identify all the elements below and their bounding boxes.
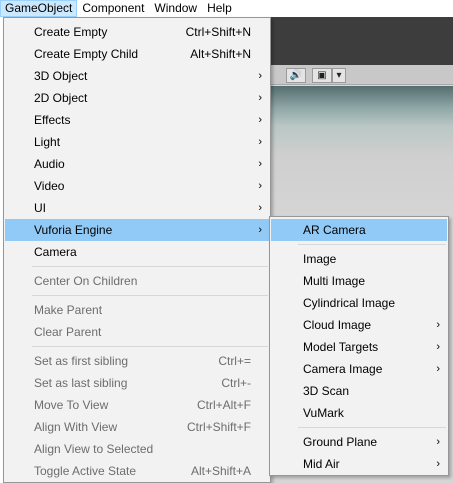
chevron-right-icon: › xyxy=(258,70,262,82)
menu-item-label: Effects xyxy=(34,113,71,127)
menu-item-label: VuMark xyxy=(303,406,344,420)
menu-item-3d-object[interactable]: 3D Object › xyxy=(5,65,269,87)
menu-item-align-view-to-selected[interactable]: Align View to Selected xyxy=(5,438,269,460)
menu-item-create-empty[interactable]: Create Empty Ctrl+Shift+N xyxy=(5,21,269,43)
menu-item-image[interactable]: Image xyxy=(271,248,447,270)
menu-item-label: UI xyxy=(34,201,46,215)
menu-item-label: Toggle Active State xyxy=(34,464,137,478)
menu-separator xyxy=(298,244,446,245)
menu-component[interactable]: Component xyxy=(77,0,149,17)
chevron-right-icon: › xyxy=(436,458,440,470)
menu-bar: GameObject Component Window Help xyxy=(0,0,453,17)
menu-item-label: Vuforia Engine xyxy=(34,223,113,237)
menu-item-align-with-view[interactable]: Align With View Ctrl+Shift+F xyxy=(5,416,269,438)
menu-item-label: 3D Scan xyxy=(303,384,350,398)
menu-item-2d-object[interactable]: 2D Object › xyxy=(5,87,269,109)
menu-item-shortcut: Ctrl+- xyxy=(221,376,251,390)
vuforia-submenu: AR Camera Image Multi Image Cylindrical … xyxy=(269,216,449,476)
menu-item-label: Create Empty xyxy=(34,25,108,39)
menu-item-label: Camera xyxy=(34,245,77,259)
menu-item-multi-image[interactable]: Multi Image xyxy=(271,270,447,292)
menu-item-label: Multi Image xyxy=(303,274,366,288)
chevron-right-icon: › xyxy=(258,114,262,126)
chevron-right-icon: › xyxy=(258,202,262,214)
menu-item-cylindrical-image[interactable]: Cylindrical Image xyxy=(271,292,447,314)
menu-item-effects[interactable]: Effects › xyxy=(5,109,269,131)
menu-item-vumark[interactable]: VuMark xyxy=(271,402,447,424)
menu-item-light[interactable]: Light › xyxy=(5,131,269,153)
menu-item-label: 2D Object xyxy=(34,91,88,105)
menu-item-audio[interactable]: Audio › xyxy=(5,153,269,175)
audio-toggle-icon[interactable]: 🔊 xyxy=(286,68,306,83)
menu-item-set-last-sibling[interactable]: Set as last sibling Ctrl+- xyxy=(5,372,269,394)
menu-item-mid-air[interactable]: Mid Air › xyxy=(271,453,447,475)
menu-window[interactable]: Window xyxy=(149,0,202,17)
menu-item-label: Set as first sibling xyxy=(34,354,129,368)
chevron-down-icon[interactable]: ▾ xyxy=(332,68,346,83)
menu-item-label: Align View to Selected xyxy=(34,442,154,456)
menu-item-shortcut: Alt+Shift+N xyxy=(190,47,251,61)
menu-item-cloud-image[interactable]: Cloud Image › xyxy=(271,314,447,336)
menu-item-shortcut: Ctrl+Alt+F xyxy=(196,398,251,412)
menu-item-camera[interactable]: Camera xyxy=(5,241,269,263)
menu-item-shortcut: Ctrl+Shift+F xyxy=(186,420,251,434)
menu-item-label: Ground Plane xyxy=(303,435,378,449)
menu-item-model-targets[interactable]: Model Targets › xyxy=(271,336,447,358)
menu-item-ar-camera[interactable]: AR Camera xyxy=(271,219,447,241)
menu-item-label: Model Targets xyxy=(303,340,379,354)
menu-item-clear-parent[interactable]: Clear Parent xyxy=(5,321,269,343)
menu-item-ui[interactable]: UI › xyxy=(5,197,269,219)
menu-item-label: Cloud Image xyxy=(303,318,372,332)
menu-item-set-first-sibling[interactable]: Set as first sibling Ctrl+= xyxy=(5,350,269,372)
menu-item-move-to-view[interactable]: Move To View Ctrl+Alt+F xyxy=(5,394,269,416)
chevron-right-icon: › xyxy=(436,319,440,331)
menu-item-label: Create Empty Child xyxy=(34,47,139,61)
menu-item-label: Center On Children xyxy=(34,274,138,288)
image-effects-icon[interactable]: ▣ xyxy=(312,68,332,83)
menu-item-center-on-children[interactable]: Center On Children xyxy=(5,270,269,292)
menu-item-label: 3D Object xyxy=(34,69,88,83)
menu-gameobject[interactable]: GameObject xyxy=(0,0,78,17)
editor-dark-panel xyxy=(270,17,453,65)
menu-item-label: Move To View xyxy=(34,398,109,412)
menu-item-label: Camera Image xyxy=(303,362,383,376)
menu-item-shortcut: Alt+Shift+A xyxy=(190,464,251,478)
menu-item-3d-scan[interactable]: 3D Scan xyxy=(271,380,447,402)
chevron-right-icon: › xyxy=(436,363,440,375)
menu-item-label: Image xyxy=(303,252,337,266)
menu-item-label: Align With View xyxy=(34,420,118,434)
menu-item-video[interactable]: Video › xyxy=(5,175,269,197)
menu-item-camera-image[interactable]: Camera Image › xyxy=(271,358,447,380)
menu-separator xyxy=(32,346,268,347)
menu-item-label: AR Camera xyxy=(303,223,366,237)
menu-item-label: Mid Air xyxy=(303,457,340,471)
chevron-right-icon: › xyxy=(258,180,262,192)
menu-item-shortcut: Ctrl+= xyxy=(218,354,251,368)
menu-separator xyxy=(32,295,268,296)
gameobject-menu: Create Empty Ctrl+Shift+N Create Empty C… xyxy=(3,17,271,483)
menu-help[interactable]: Help xyxy=(202,0,237,17)
menu-separator xyxy=(32,266,268,267)
chevron-right-icon: › xyxy=(436,436,440,448)
menu-item-ground-plane[interactable]: Ground Plane › xyxy=(271,431,447,453)
menu-item-toggle-active-state[interactable]: Toggle Active State Alt+Shift+A xyxy=(5,460,269,482)
menu-item-label: Light xyxy=(34,135,61,149)
menu-item-label: Set as last sibling xyxy=(34,376,128,390)
chevron-right-icon: › xyxy=(258,136,262,148)
menu-item-label: Cylindrical Image xyxy=(303,296,396,310)
menu-item-shortcut: Ctrl+Shift+N xyxy=(185,25,251,39)
menu-item-label: Video xyxy=(34,179,65,193)
menu-item-make-parent[interactable]: Make Parent xyxy=(5,299,269,321)
menu-separator xyxy=(298,427,446,428)
chevron-right-icon: › xyxy=(258,158,262,170)
chevron-right-icon: › xyxy=(258,224,262,236)
menu-item-label: Clear Parent xyxy=(34,325,102,339)
menu-item-create-empty-child[interactable]: Create Empty Child Alt+Shift+N xyxy=(5,43,269,65)
menu-item-label: Audio xyxy=(34,157,65,171)
menu-item-label: Make Parent xyxy=(34,303,103,317)
chevron-right-icon: › xyxy=(258,92,262,104)
chevron-right-icon: › xyxy=(436,341,440,353)
menu-item-vuforia-engine[interactable]: Vuforia Engine › xyxy=(5,219,269,241)
